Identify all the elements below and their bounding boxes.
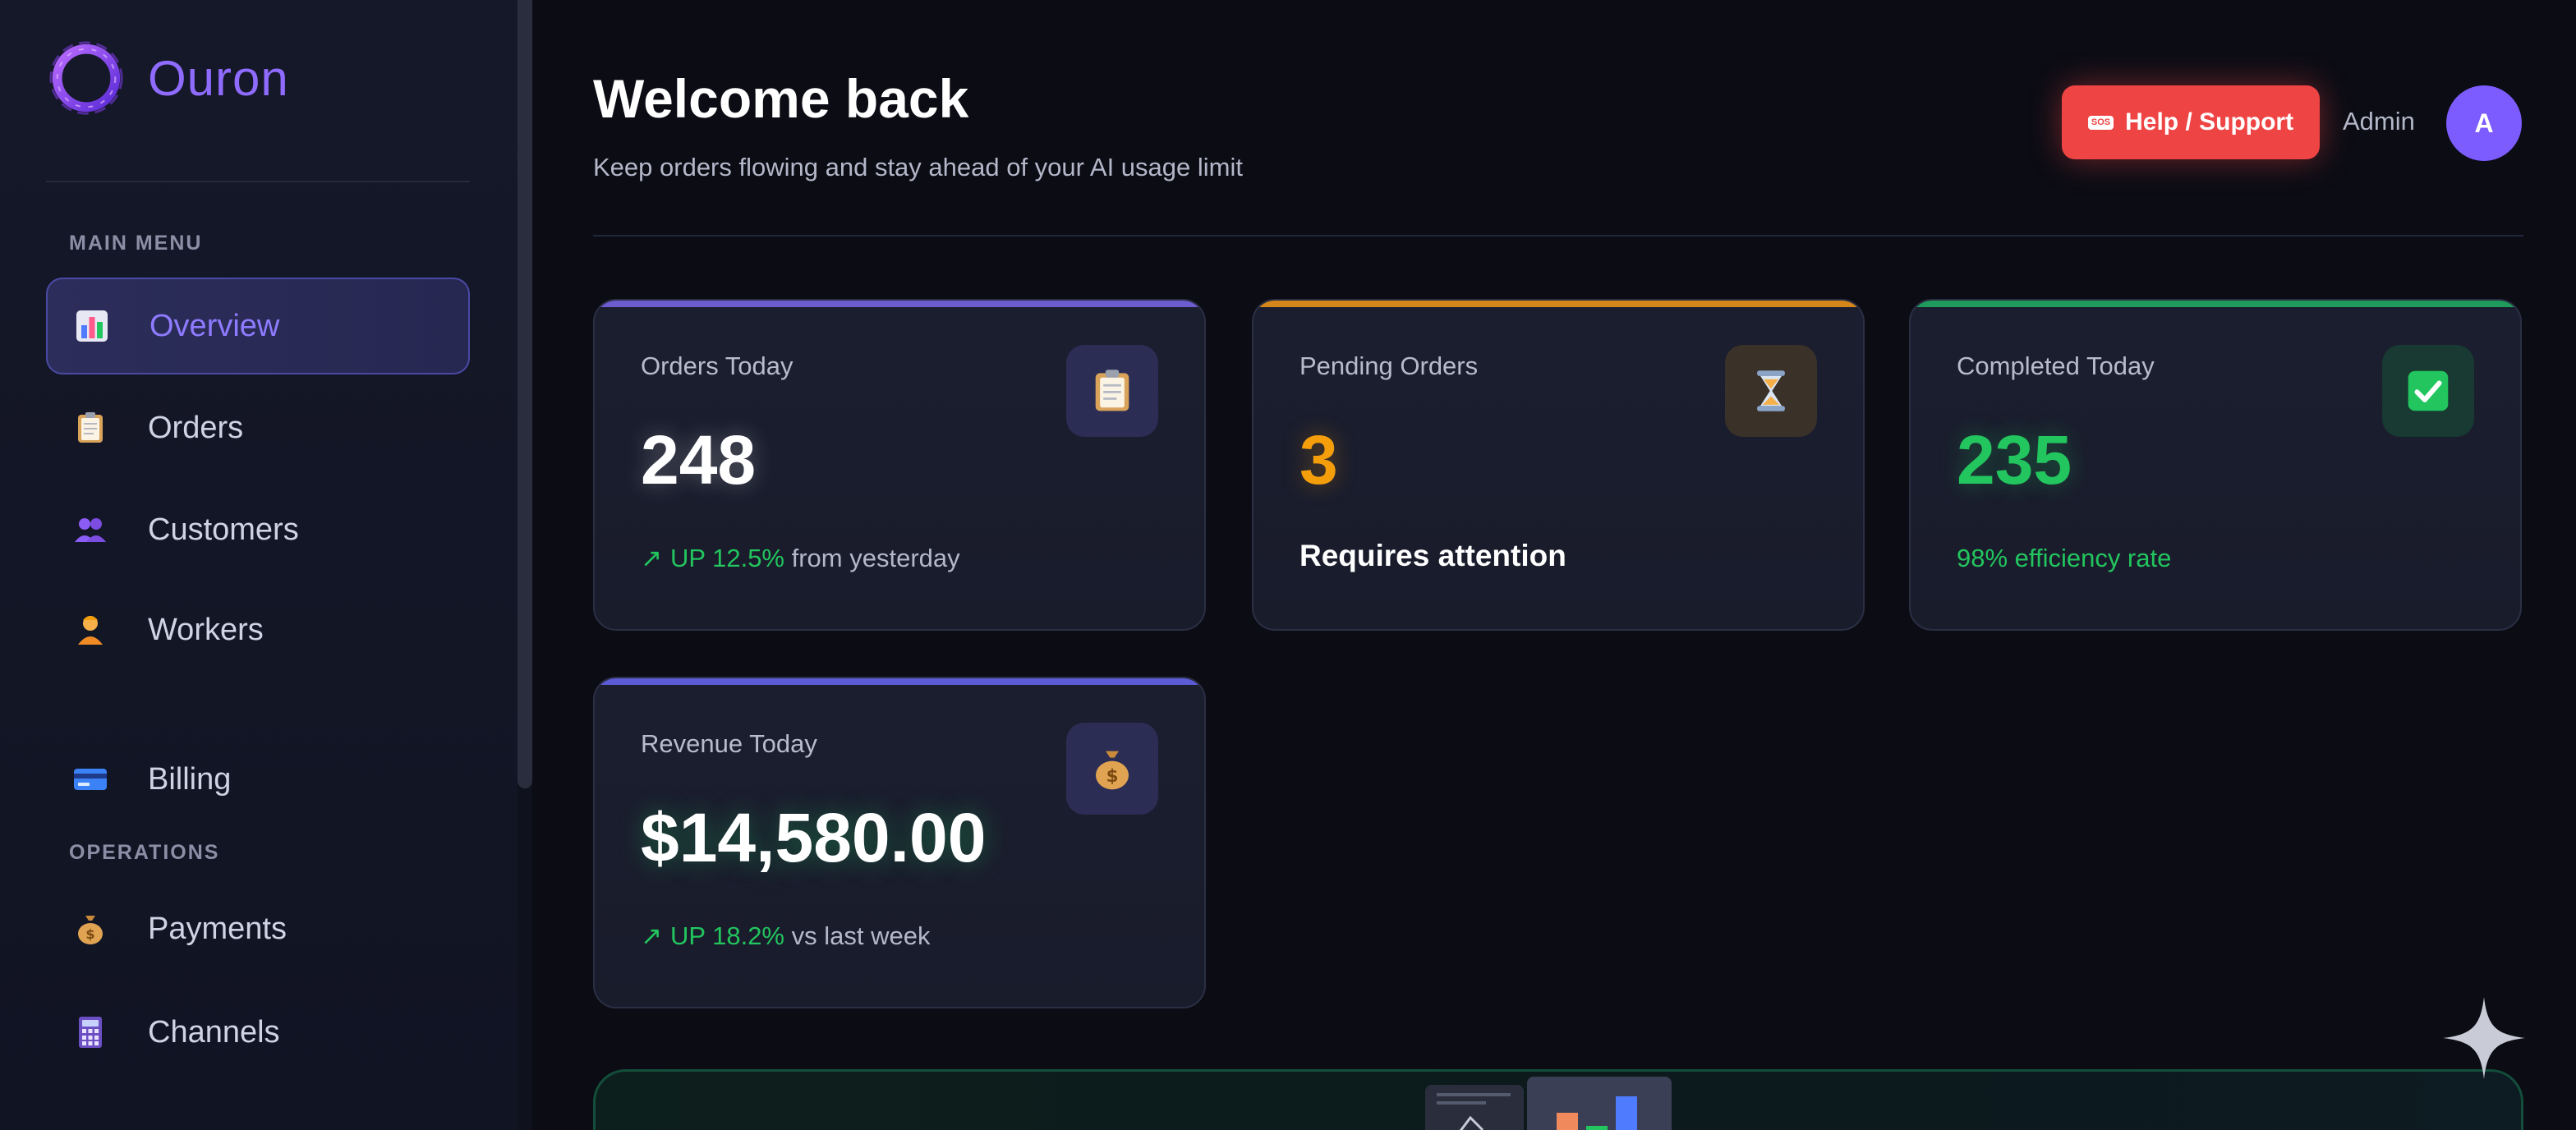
stat-card-pending-orders[interactable]: Pending Orders 3 Requires attention [1252, 299, 1865, 631]
banner-illustration-icon [1425, 1077, 1672, 1130]
page-title: Welcome back [593, 68, 969, 129]
card-value: 235 [1957, 421, 2072, 498]
header-divider [593, 235, 2523, 237]
bar-chart-icon [72, 306, 112, 346]
sidebar-item-label: Channels [148, 1014, 280, 1050]
sos-icon: SOS [2087, 115, 2114, 130]
card-trend: ↗ UP 12.5% from yesterday [641, 544, 960, 573]
sidebar-item-label: Billing [148, 761, 232, 797]
hourglass-icon [1725, 345, 1817, 437]
help-support-label: Help / Support [2125, 108, 2294, 136]
card-value: 248 [641, 421, 757, 498]
card-accent-bar [1254, 301, 1863, 307]
trend-suffix: vs last week [784, 921, 931, 950]
sidebar-item-billing[interactable]: Billing [46, 731, 470, 828]
abacus-icon [71, 1013, 110, 1052]
sidebar-item-workers[interactable]: Workers [46, 581, 470, 678]
sidebar-item-payments[interactable]: $ Payments [46, 880, 470, 977]
sidebar-item-label: Payments [148, 911, 287, 946]
trend-suffix: from yesterday [784, 544, 960, 572]
trend-value: UP 18.2% [669, 921, 784, 950]
sidebar-item-label: Customers [148, 512, 299, 547]
svg-text:$: $ [85, 926, 94, 942]
people-icon [71, 510, 110, 549]
card-trend: ↗ UP 18.2% vs last week [641, 921, 930, 951]
svg-text:$: $ [1106, 766, 1119, 787]
section-label-operations: OPERATIONS [69, 841, 220, 864]
check-icon [2382, 345, 2474, 437]
card-label: Orders Today [641, 351, 794, 380]
card-label: Completed Today [1957, 351, 2155, 380]
promo-banner[interactable] [593, 1069, 2523, 1130]
sidebar-scrollbar-thumb[interactable] [518, 0, 532, 788]
stat-card-orders-today[interactable]: Orders Today 248 ↗ UP 12.5% from yesterda… [593, 299, 1206, 631]
money-bag-icon: $ [71, 909, 110, 949]
sidebar-item-overview[interactable]: Overview [46, 278, 470, 374]
help-support-button[interactable]: SOS Help / Support [2062, 85, 2320, 159]
card-accent-bar [1911, 301, 2520, 307]
brand[interactable]: Ouron [46, 38, 289, 118]
card-value: $14,580.00 [641, 799, 987, 876]
credit-card-icon [71, 760, 110, 799]
section-label-main-menu: MAIN MENU [69, 232, 203, 255]
card-accent-bar [595, 678, 1204, 685]
trend-up-icon: ↗ [641, 544, 662, 572]
user-name[interactable]: Admin [2343, 107, 2415, 136]
card-value: 3 [1300, 421, 1338, 498]
sidebar-item-label: Orders [148, 410, 244, 445]
sidebar-divider [46, 181, 470, 182]
sidebar-item-label: Workers [148, 612, 264, 647]
sidebar-item-channels[interactable]: Channels [46, 984, 470, 1081]
card-note: 98% efficiency rate [1957, 544, 2172, 572]
sparkle-icon [2443, 997, 2525, 1079]
card-label: Pending Orders [1300, 351, 1479, 380]
card-label: Revenue Today [641, 729, 817, 758]
clipboard-icon [1066, 345, 1158, 437]
sidebar-item-customers[interactable]: Customers [46, 481, 470, 578]
trend-up-icon: ↗ [641, 921, 662, 950]
stat-card-completed-today[interactable]: Completed Today 235 98% efficiency rate [1909, 299, 2522, 631]
stat-card-revenue-today[interactable]: Revenue Today $ $14,580.00 ↗ UP 18.2% vs … [593, 677, 1206, 1008]
brand-logo-icon [49, 41, 123, 115]
clipboard-icon [71, 408, 110, 448]
money-bag-icon: $ [1066, 723, 1158, 815]
sidebar-item-label: Overview [150, 308, 280, 343]
page-subtitle: Keep orders flowing and stay ahead of yo… [593, 153, 1243, 181]
trend-value: UP 12.5% [669, 544, 784, 572]
sidebar: Ouron MAIN MENU Overview Orders Customer… [0, 0, 518, 1130]
worker-icon [71, 610, 110, 650]
main-content: Welcome back Keep orders flowing and sta… [532, 0, 2576, 1130]
sidebar-item-orders[interactable]: Orders [46, 379, 470, 476]
card-note: Requires attention [1300, 539, 1566, 572]
card-accent-bar [595, 301, 1204, 307]
brand-name: Ouron [148, 50, 289, 106]
avatar[interactable]: A [2446, 85, 2522, 161]
app-root: Ouron MAIN MENU Overview Orders Customer… [0, 0, 2576, 1130]
